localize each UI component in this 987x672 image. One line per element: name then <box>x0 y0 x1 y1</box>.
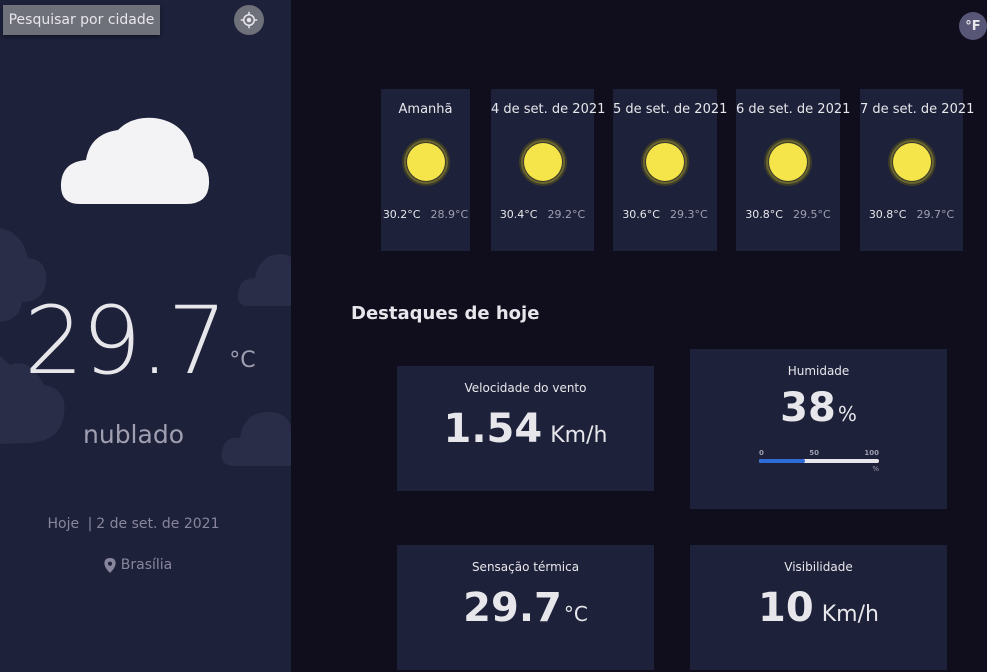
gps-target-icon <box>240 11 258 29</box>
bar-label-max: 100 <box>864 449 879 457</box>
forecast-card: 5 de set. de 2021 30.6°C 29.3°C <box>613 89 728 251</box>
forecast-min: 28.9°C <box>430 208 469 221</box>
forecast-date: 5 de set. de 2021 <box>613 102 728 117</box>
fahrenheit-toggle-button[interactable]: °F <box>959 12 987 40</box>
wind-unit: Km/h <box>550 423 608 448</box>
visibility-card: Visibilidade 10 Km/h <box>690 545 947 670</box>
feels-like-number: 29.7 <box>463 585 562 631</box>
feels-like-label: Sensação térmica <box>471 560 580 574</box>
forecast-card: 7 de set. de 2021 30.8°C 29.7°C <box>860 89 975 251</box>
humidity-value: 38 % <box>690 385 947 431</box>
weather-condition: nublado <box>83 420 184 449</box>
temperature-value: 29.7 <box>24 287 227 396</box>
forecast-date: Amanhã <box>398 102 453 117</box>
humidity-card: Humidade 38 % 0 50 100 % <box>690 349 947 509</box>
sidebar: Pesquisar por cidade 29.7 °C nublado Hoj… <box>0 0 291 672</box>
humidity-unit: % <box>837 402 857 426</box>
location: Brasília <box>0 557 276 573</box>
humidity-bar: 0 50 100 % <box>759 449 879 473</box>
visibility-value: 10 Km/h <box>690 585 947 631</box>
forecast-date: 7 de set. de 2021 <box>860 102 975 117</box>
current-date: Hoje | 2 de set. de 2021 <box>0 516 267 532</box>
forecast-card: 4 de set. de 2021 30.4°C 29.2°C <box>491 89 606 251</box>
sun-icon <box>887 138 936 186</box>
temperature-unit: °C <box>229 348 256 373</box>
sun-icon <box>518 138 567 186</box>
cloud-icon <box>60 117 210 204</box>
humidity-number: 38 <box>780 385 836 431</box>
feels-like-value: 29.7 °C <box>397 585 654 631</box>
sun-icon <box>401 138 450 186</box>
today-label: Hoje <box>47 516 80 532</box>
forecast-max: 30.2°C <box>382 208 421 221</box>
forecast-card: Amanhã 30.2°C 28.9°C <box>381 89 470 251</box>
forecast-max: 30.8°C <box>868 208 907 221</box>
forecast-min: 29.5°C <box>793 208 831 221</box>
location-pin-icon <box>104 557 116 573</box>
humidity-bar-fill <box>759 459 805 463</box>
highlights-title: Destaques de hoje <box>351 303 540 324</box>
date-separator: | <box>87 516 93 532</box>
locate-button[interactable] <box>234 5 264 35</box>
wind-label: Velocidade do vento <box>464 381 587 395</box>
forecast-max: 30.4°C <box>499 208 538 221</box>
forecast-max: 30.8°C <box>745 208 783 221</box>
wind-card: Velocidade do vento 1.54 Km/h <box>397 366 654 491</box>
bar-unit: % <box>872 465 879 473</box>
forecast-min: 29.2°C <box>547 208 586 221</box>
forecast-card: 6 de set. de 2021 30.8°C 29.5°C <box>736 89 851 251</box>
current-temperature: 29.7 °C <box>24 287 256 396</box>
forecast-min: 29.3°C <box>670 208 708 221</box>
forecast-date: 4 de set. de 2021 <box>491 102 606 117</box>
visibility-number: 10 <box>758 585 814 631</box>
date-text: 2 de set. de 2021 <box>96 516 220 532</box>
visibility-unit: Km/h <box>821 602 879 627</box>
feels-like-card: Sensação térmica 29.7 °C <box>397 545 654 670</box>
visibility-label: Visibilidade <box>784 560 853 574</box>
forecast-max: 30.6°C <box>622 208 660 221</box>
wind-number: 1.54 <box>443 406 543 452</box>
forecast-min: 29.7°C <box>916 208 955 221</box>
forecast-date: 6 de set. de 2021 <box>736 102 851 117</box>
location-name: Brasília <box>120 557 173 573</box>
search-city-button[interactable]: Pesquisar por cidade <box>3 5 160 35</box>
wind-value: 1.54 Km/h <box>397 406 654 452</box>
humidity-bar-track <box>759 459 879 463</box>
sun-icon <box>641 138 689 186</box>
bar-label-min: 0 <box>759 449 764 457</box>
sun-icon <box>764 138 812 186</box>
bar-label-mid: 50 <box>809 449 819 457</box>
humidity-label: Humidade <box>787 364 850 378</box>
feels-like-unit: °C <box>563 602 588 626</box>
